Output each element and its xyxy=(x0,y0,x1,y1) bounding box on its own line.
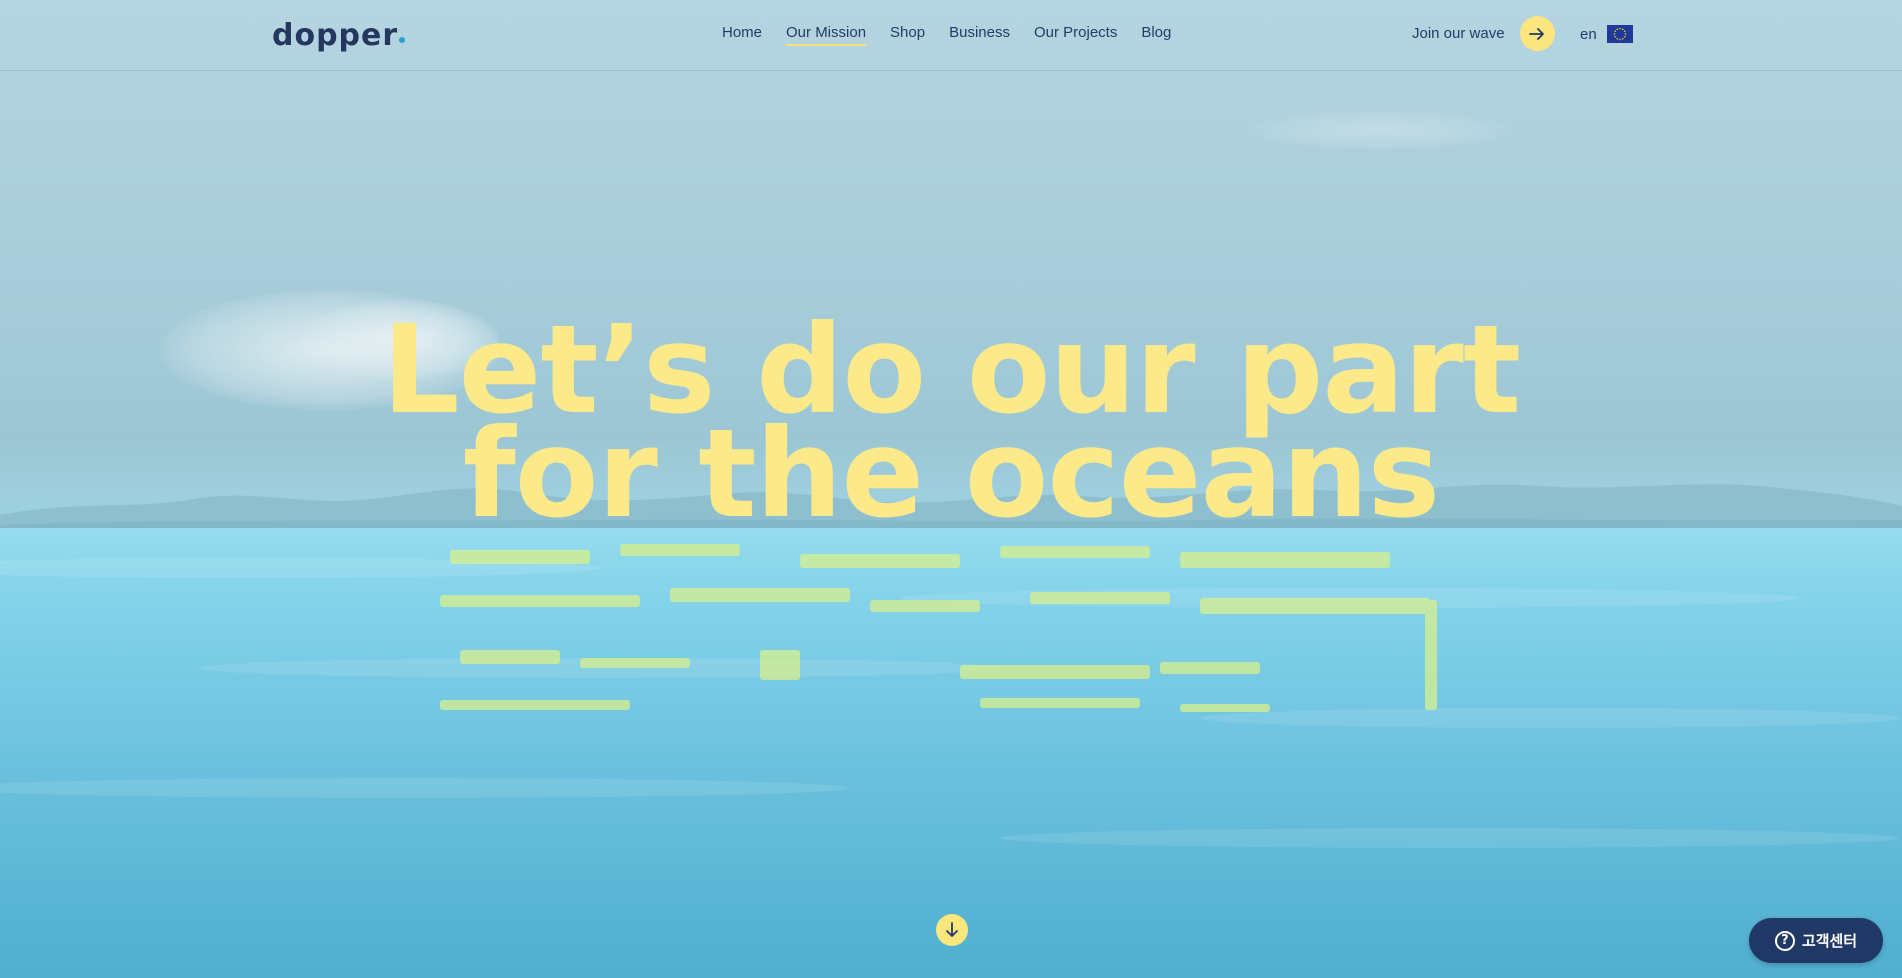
logo-text: dopper xyxy=(272,17,399,53)
arrow-right-icon xyxy=(1529,27,1544,40)
site-header: dopper Home Our Mission Shop Business Ou… xyxy=(0,0,1902,71)
support-label: 고객센터 xyxy=(1801,932,1858,950)
join-arrow-button[interactable] xyxy=(1519,16,1555,51)
nav-item-business[interactable]: Business xyxy=(949,24,1010,44)
eu-flag-icon xyxy=(1606,25,1633,43)
hero-headline-line-2: for the oceans xyxy=(462,403,1441,545)
nav-item-blog[interactable]: Blog xyxy=(1141,24,1171,44)
logo-dot-icon xyxy=(399,37,406,43)
language-label: en xyxy=(1580,25,1597,43)
join-our-wave-link[interactable]: Join our wave xyxy=(1412,16,1555,51)
help-icon: ? xyxy=(1774,930,1795,951)
nav-item-home[interactable]: Home xyxy=(722,24,762,44)
headline-reflection xyxy=(440,540,1460,730)
hero-headline: Let’s do our part for the oceans xyxy=(0,309,1902,545)
main-navigation: Home Our Mission Shop Business Our Proje… xyxy=(722,24,1195,46)
nav-item-our-mission[interactable]: Our Mission xyxy=(786,24,867,46)
nav-item-our-projects[interactable]: Our Projects xyxy=(1034,24,1117,44)
dopper-logo[interactable]: dopper xyxy=(272,17,406,53)
join-label: Join our wave xyxy=(1412,25,1505,42)
scroll-down-button[interactable] xyxy=(936,914,968,946)
arrow-down-icon xyxy=(946,922,958,937)
customer-support-button[interactable]: ? 고객센터 xyxy=(1749,918,1883,963)
nav-item-shop[interactable]: Shop xyxy=(890,24,925,44)
language-selector[interactable]: en xyxy=(1580,25,1633,43)
